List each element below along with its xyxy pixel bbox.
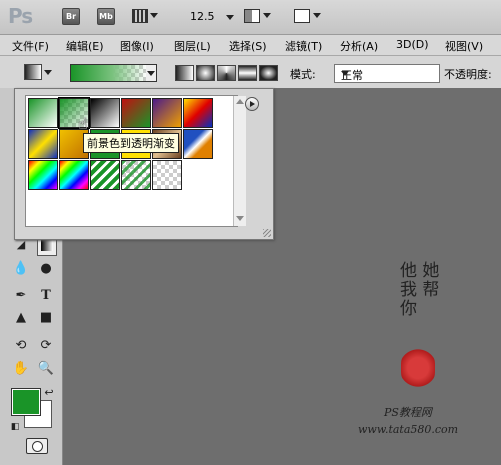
gradient-preview[interactable] (70, 64, 148, 82)
type-tool-icon[interactable]: T (37, 287, 55, 305)
quick-mask-button[interactable] (26, 438, 48, 454)
zoom-value: 12.5 (190, 10, 215, 23)
watermark-line2: 我 帮 (400, 280, 440, 300)
hand-cursor-icon: ☝ (78, 114, 88, 133)
chevron-down-icon (341, 71, 349, 76)
menu-layer[interactable]: 图层(L) (174, 38, 211, 54)
menu-filter[interactable]: 滤镜(T) (285, 38, 322, 54)
dodge-tool-icon[interactable]: ● (37, 260, 55, 278)
blend-mode-select[interactable]: 正常 (334, 64, 440, 83)
pen-tool-icon[interactable]: ✒ (12, 287, 30, 305)
menu-view[interactable]: 视图(V) (445, 38, 483, 54)
gradient-tooltip: 前景色到透明渐变 (83, 133, 179, 153)
3d-orbit-tool-icon[interactable]: ⟳ (37, 337, 55, 355)
menu-file[interactable]: 文件(F) (12, 38, 49, 54)
gradient-swatch-black-white[interactable] (90, 98, 120, 128)
chevron-down-icon (147, 71, 155, 76)
chevron-down-icon (44, 70, 52, 75)
chevron-down-icon (263, 13, 271, 18)
3d-rotate-tool-icon[interactable]: ⟲ (12, 337, 30, 355)
watermark-url: www.tata580.com (358, 423, 459, 436)
gradient-swatch-chrome[interactable] (183, 129, 213, 159)
photoshop-logo: Ps (8, 4, 33, 28)
gradient-swatch-red-green[interactable] (121, 98, 151, 128)
menu-image[interactable]: 图像(I) (120, 38, 154, 54)
application-bar: Ps Br Mb 12.5 (0, 0, 501, 35)
gradient-swatch-transparent[interactable] (152, 160, 182, 190)
foreground-color-swatch[interactable] (11, 388, 41, 416)
angle-gradient-icon[interactable] (217, 65, 236, 81)
gradient-swatch-green-stripes[interactable] (90, 160, 120, 190)
resize-grip-icon[interactable] (263, 229, 271, 237)
screen-mode-button[interactable] (294, 7, 322, 25)
menu-3d[interactable]: 3D(D) (396, 38, 429, 51)
zoom-level[interactable]: 12.5 (190, 10, 234, 23)
gradient-swatch-spectrum[interactable] (28, 160, 58, 190)
radial-gradient-icon[interactable] (196, 65, 215, 81)
gradient-swatch-blue-yellow-blue[interactable] (28, 129, 58, 159)
zoom-tool-icon[interactable]: 🔍 (37, 360, 55, 378)
gradient-swatch-rainbow[interactable] (59, 160, 89, 190)
chevron-down-icon (150, 13, 158, 18)
blur-tool-icon[interactable]: 💧 (12, 260, 30, 278)
menu-analysis[interactable]: 分析(A) (340, 38, 378, 54)
picker-scrollbar[interactable] (233, 96, 246, 226)
gradient-swatch-violet-orange[interactable] (152, 98, 182, 128)
bridge-button[interactable]: Br (62, 8, 80, 25)
default-colors-icon[interactable]: ◧ (6, 418, 24, 436)
chevron-down-icon (226, 15, 234, 20)
gradient-swatch-transparent-stripes[interactable] (121, 160, 151, 190)
red-seal-icon (401, 348, 435, 388)
menu-bar: 文件(F) 编辑(E) 图像(I) 图层(L) 选择(S) 滤镜(T) 分析(A… (0, 35, 501, 56)
reflected-gradient-icon[interactable] (238, 65, 257, 81)
watermark-site: PS教程网 (384, 406, 432, 419)
picker-menu-icon[interactable] (245, 97, 259, 111)
hand-tool-icon[interactable]: ✋ (12, 360, 30, 378)
chevron-down-icon (313, 13, 321, 18)
arrange-documents-button[interactable] (244, 7, 272, 25)
screen-mode-icon (294, 9, 310, 23)
gradient-picker-panel (14, 88, 274, 240)
tool-preset-icon[interactable] (24, 64, 42, 80)
film-icon (132, 9, 148, 23)
watermark-calligraphy: 他 她 我 帮 你 (400, 262, 439, 319)
scroll-down-icon[interactable] (236, 216, 244, 221)
quick-mask-icon (31, 441, 43, 452)
minibridge-button[interactable]: Mb (97, 8, 115, 25)
scroll-up-icon[interactable] (236, 99, 244, 104)
view-extras-button[interactable] (132, 7, 158, 25)
rectangle-tool-icon[interactable]: ■ (37, 309, 55, 327)
path-selection-tool-icon[interactable]: ▲ (12, 309, 30, 327)
gradient-dropdown-button[interactable] (146, 64, 157, 82)
gradient-swatch-fg-bg[interactable] (28, 98, 58, 128)
mode-label: 模式: (290, 68, 316, 81)
layout-icon (244, 9, 260, 23)
diamond-gradient-icon[interactable] (259, 65, 278, 81)
opacity-label: 不透明度: (444, 68, 492, 81)
menu-edit[interactable]: 编辑(E) (66, 38, 104, 54)
linear-gradient-icon[interactable] (175, 65, 194, 81)
watermark-line1: 他 她 (400, 261, 440, 281)
watermark-line3: 你 (400, 299, 417, 319)
gradient-presets-grid (25, 95, 246, 227)
menu-select[interactable]: 选择(S) (229, 38, 267, 54)
gradient-swatch-yellow-red-blue[interactable] (183, 98, 213, 128)
